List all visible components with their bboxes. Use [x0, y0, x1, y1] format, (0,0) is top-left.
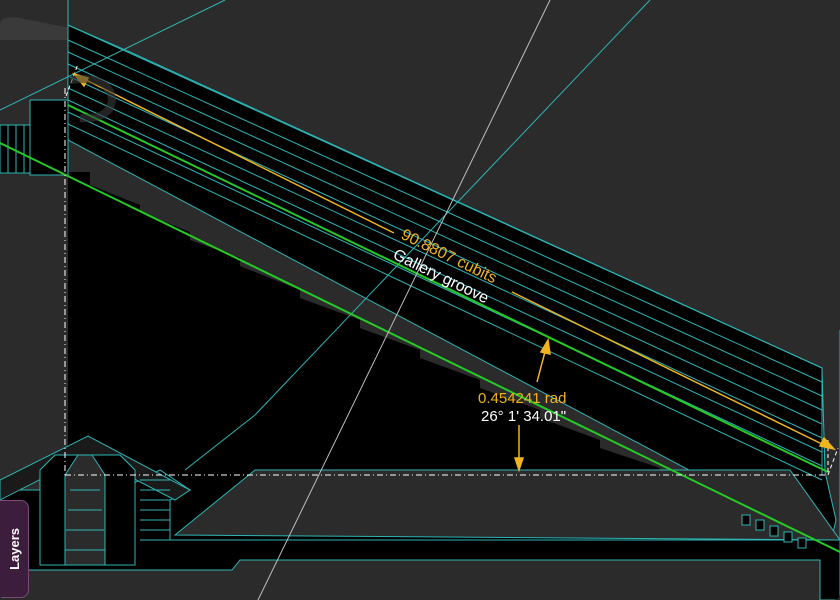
chamber-niche: [39, 454, 136, 566]
gallery-section-drawing[interactable]: 90.8807 cubits Gallery groove 0.454241 r…: [0, 0, 840, 600]
lower-ramp: [173, 469, 840, 541]
angle-dms-label: 26° 1' 34.01": [481, 408, 566, 425]
top-left-shade: [0, 17, 70, 40]
layers-tab-label: Layers: [6, 528, 22, 570]
drawing-canvas[interactable]: 90.8807 cubits Gallery groove 0.454241 r…: [0, 0, 840, 600]
angle-rad-label: 0.454241 rad: [478, 390, 566, 407]
dimension-witness-right: [827, 447, 839, 476]
left-blocks: [0, 99, 69, 176]
layers-panel-tab[interactable]: Layers: [0, 500, 29, 598]
